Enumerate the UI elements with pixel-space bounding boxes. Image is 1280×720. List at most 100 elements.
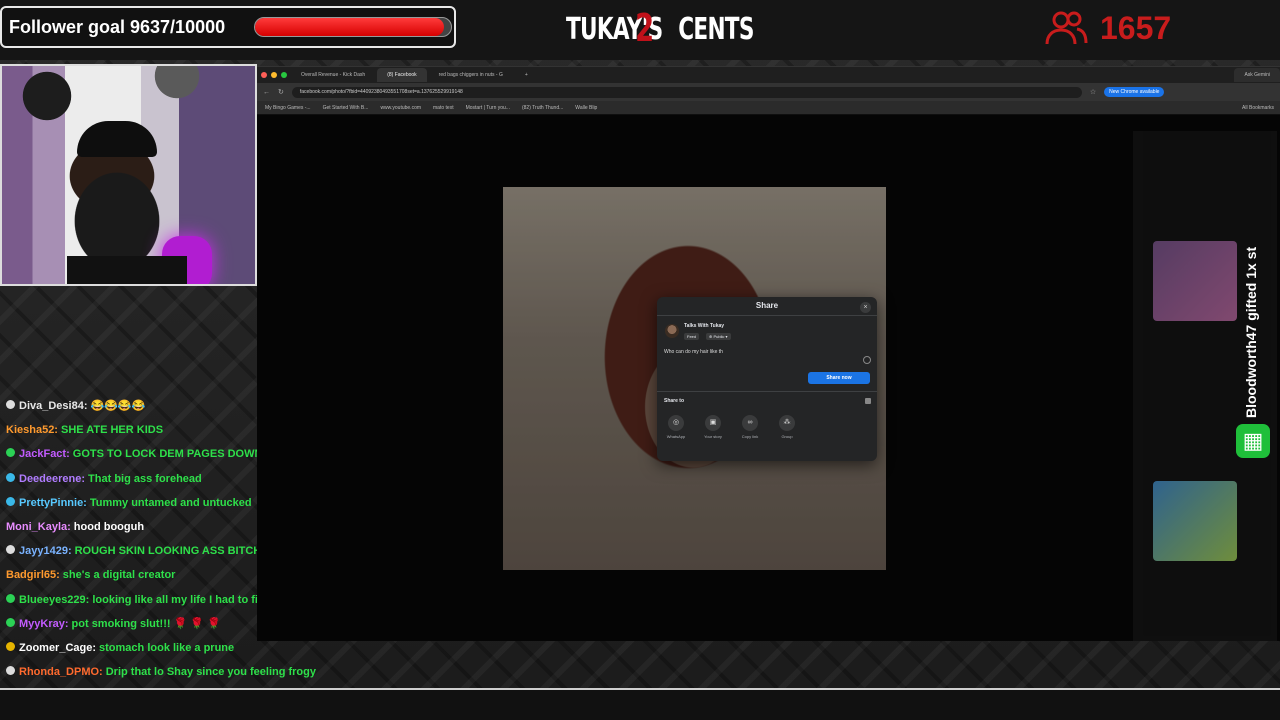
brand-number: 2 [635,6,654,50]
share-target-copy-link[interactable]: ∞ Copy link [736,415,764,439]
bookmark-item[interactable]: My Bingo Games -... [265,105,311,111]
follower-goal: Follower goal 9637/10000 [0,6,456,48]
facebook-photo-viewer: Share × Talks With Tukay Feed ⊕ Public ▾… [257,115,1280,641]
chat-text: Tummy untamed and untucked [89,496,252,509]
share-target-label: WhatsApp [666,434,686,439]
bookmark-item[interactable]: (82) Truth Thund... [522,105,563,111]
share-dialog: Share × Talks With Tukay Feed ⊕ Public ▾… [657,297,877,461]
close-icon[interactable]: × [860,302,871,313]
bookmark-item[interactable]: www.youtube.com [380,105,421,111]
new-tab-button[interactable]: + [515,68,538,82]
share-target-group[interactable]: ⁂ Group [773,415,801,439]
bookmarks-bar: My Bingo Games -... Get Started With B...… [257,101,1280,114]
follower-goal-label: Follower goal 9637/10000 [9,16,226,37]
chat-badge-icon [6,617,15,627]
brand-cents: CENTS [678,12,754,47]
maximize-window-dot[interactable] [281,72,287,78]
share-target-label: Your story [704,434,722,439]
whatsapp-icon: ◎ [668,415,684,431]
address-bar[interactable]: facebook.com/photo/?fbid=440923804935517… [291,86,1082,98]
chat-badge-icon [6,400,15,409]
link-icon: ∞ [742,415,758,431]
chat-badge-icon [6,666,15,676]
share-target-whatsapp[interactable]: ◎ WhatsApp [662,415,690,439]
chat-badge-icon [6,545,15,555]
bookmark-item[interactable]: Walle Blip [575,105,597,111]
webcam-feed [0,64,257,286]
story-icon: ▣ [705,415,721,431]
share-to-heading: Share to [664,398,685,404]
stream-overlay: Follower goal 9637/10000 TUKAY'S 2 CENTS 1… [0,0,1280,720]
new-chrome-button[interactable]: New Chrome available [1104,87,1165,97]
share-compose-input[interactable]: Who can do my hair like th [664,349,723,355]
tab-facebook[interactable]: (8) Facebook [377,68,427,82]
chat-username[interactable]: Moni_Kayla: [6,519,71,535]
chat-username[interactable]: Blueeyes229: [19,592,89,608]
chat-text: pot smoking slut!!! 🌹 🌹 🌹 [71,617,221,630]
tab-search[interactable]: red bags chiggers in nuts - G [429,68,513,82]
chat-badge-icon [6,641,15,651]
streamer-shirt [67,256,187,284]
follower-goal-fill [255,18,444,36]
bookmark-item[interactable]: All Bookmarks [1242,105,1274,111]
divider [657,391,877,392]
address-row: ← ↻ facebook.com/photo/?fbid=44092380493… [257,83,1280,101]
chat-text: That big ass forehead [88,472,202,485]
chat-username[interactable]: Badgirl65: [6,567,60,583]
close-window-dot[interactable] [261,72,267,78]
chat-text: GOTS TO LOCK DEM PAGES DOWN [72,448,263,461]
chat-username[interactable]: MyyKray: [19,616,69,632]
share-now-button[interactable]: Share now [808,372,870,384]
privacy-chip-label: Public [713,334,725,339]
share-dialog-title: Share [755,301,779,310]
ask-gemini-button[interactable]: Ask Gemini [1234,68,1280,82]
gift-banner: Bloodworth47 gifted 1x st [1243,218,1263,418]
chat-username[interactable]: Diva_Desi84: [19,398,88,414]
group-icon: ⁂ [779,415,795,431]
chat-message: Rhonda_DPMO: Drip that lo Shay since you … [6,664,326,688]
chat-text: SHE ATE HER KIDS [60,424,164,437]
chat-username[interactable]: PrettyPinnie: [19,495,87,511]
bookmark-item[interactable]: Mostart | Turn you... [466,105,510,111]
streamer-hat [77,121,157,157]
bottom-bar [0,690,1280,720]
privacy-chip[interactable]: ⊕ Public ▾ [706,333,731,340]
share-target-label: Copy link [741,434,759,439]
share-target-your-story[interactable]: ▣ Your story [699,415,727,439]
chat-username[interactable]: JackFact: [19,446,70,462]
minimize-window-dot[interactable] [271,72,277,78]
chat-username[interactable]: Deedeerene: [19,471,85,487]
comment-image [1153,481,1237,561]
viewer-count-value: 1657 [1100,9,1172,46]
share-target-label: Group [781,434,793,439]
gift-banner-text: Bloodworth47 gifted 1x st [1243,246,1259,418]
browser-window: Overall Revenue - Kick Dash (8) Facebook… [257,66,1280,641]
tab-revenue[interactable]: Overall Revenue - Kick Dash [291,68,375,82]
star-icon[interactable]: ☆ [1090,88,1096,96]
bookmark-item[interactable]: Get Started With B... [323,105,369,111]
chat-username[interactable]: Kiesha52: [6,422,58,438]
bookmark-item[interactable]: mato text [433,105,454,111]
feed-chip[interactable]: Feed [684,333,700,340]
account-name: Talks With Tukay [684,323,725,329]
chat-text: stomach look like a prune [99,641,235,654]
chat-username[interactable]: Jayy1429: [19,543,72,559]
follower-goal-bar [254,17,452,37]
gift-icon: ▦ [1236,424,1270,458]
back-icon[interactable]: ← [263,89,270,96]
brand-logo: TUKAY'S 2 CENTS [566,6,754,54]
chat-username[interactable]: Zoomer_Cage: [19,640,96,656]
chat-text: hood booguh [73,520,145,533]
divider [657,315,877,316]
tab-strip: Overall Revenue - Kick Dash (8) Facebook… [257,67,1280,83]
chat-text: 😂😂😂😂 [90,400,146,412]
reload-icon[interactable]: ↻ [278,88,284,96]
chat-text: she's a digital creator [62,569,176,582]
emoji-icon[interactable] [863,356,871,364]
users-icon [1045,11,1088,45]
comment-image [1153,241,1237,321]
top-bar: Follower goal 9637/10000 TUKAY'S 2 CENTS 1… [0,0,1280,60]
chat-text: ROUGH SKIN LOOKING ASS BITCH [74,545,262,558]
chat-badge-icon [6,472,15,482]
chat-username[interactable]: Rhonda_DPMO: [19,664,103,680]
